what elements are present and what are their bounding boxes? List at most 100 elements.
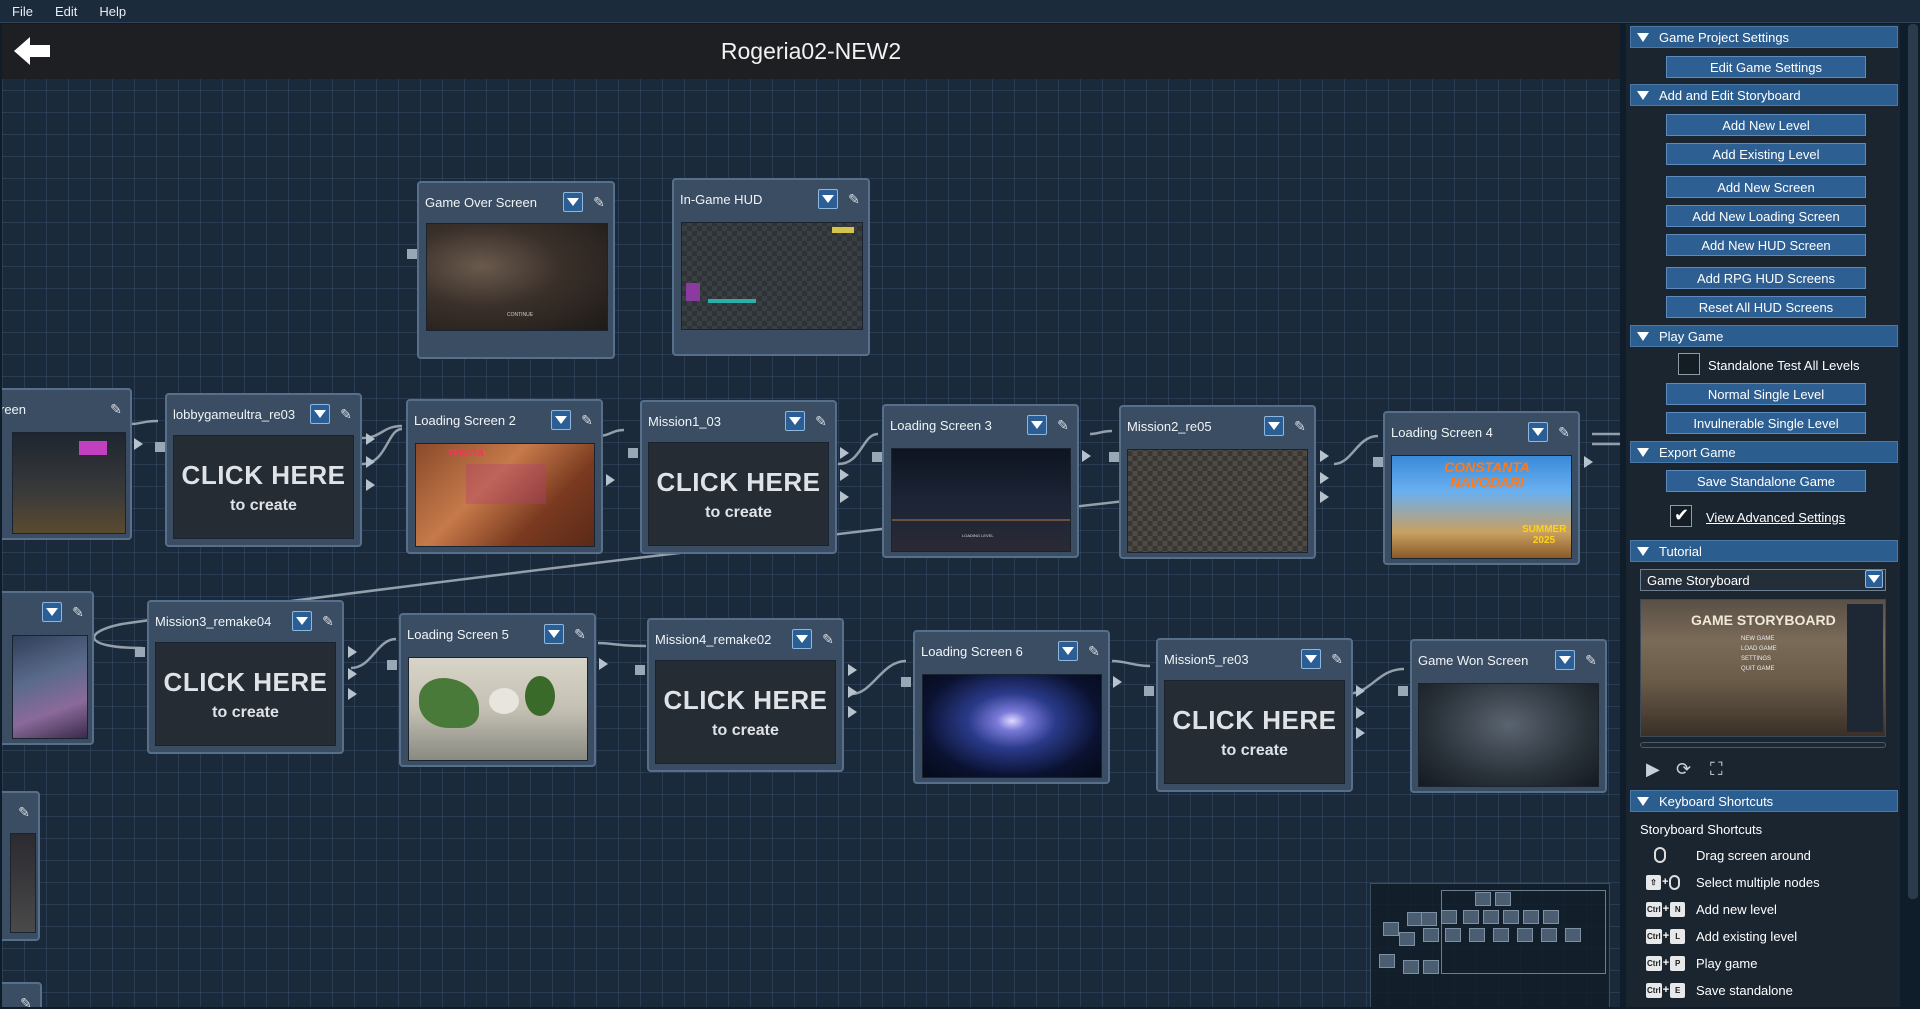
dropdown-arrow-icon[interactable] [785,411,805,431]
pencil-icon[interactable]: ✎ [336,404,356,424]
input-port[interactable] [155,442,165,452]
section-game-project-settings[interactable]: Game Project Settings [1630,26,1898,48]
input-port[interactable] [872,452,882,462]
input-port[interactable] [1373,457,1383,467]
pencil-icon[interactable]: ✎ [68,602,88,622]
pencil-icon[interactable]: ✎ [589,192,609,212]
output-port[interactable] [1356,685,1365,697]
node-mission4[interactable]: Mission4_remake02 ✎ CLICK HERE to create [647,618,844,772]
pencil-icon[interactable]: ✎ [1581,650,1601,670]
output-port[interactable] [599,658,608,670]
dropdown-arrow-icon[interactable] [544,624,564,644]
section-add-edit-storyboard[interactable]: Add and Edit Storyboard [1630,84,1898,106]
click-here-to-create[interactable]: CLICK HERE to create [648,442,829,546]
pencil-icon[interactable]: ✎ [1053,415,1073,435]
pencil-icon[interactable]: ✎ [577,410,597,430]
node-screen-partial-2[interactable]: ✎ [2,591,94,745]
normal-single-level-button[interactable]: Normal Single Level [1666,383,1866,405]
output-port[interactable] [366,479,375,491]
add-existing-level-button[interactable]: Add Existing Level [1666,143,1866,165]
click-here-to-create[interactable]: CLICK HERE to create [1164,680,1345,784]
click-here-to-create[interactable]: CLICK HERE to create [655,660,836,764]
output-port[interactable] [606,474,615,486]
video-progress-track[interactable] [1640,742,1886,748]
node-mission5[interactable]: Mission5_re03 ✎ CLICK HERE to create [1156,638,1353,792]
replay-icon[interactable]: ⟳ [1676,759,1691,780]
dropdown-arrow-icon[interactable] [1301,649,1321,669]
dropdown-arrow-icon[interactable] [1058,641,1078,661]
dropdown-arrow-icon[interactable] [818,189,838,209]
node-mission2[interactable]: Mission2_re05 ✎ [1119,405,1316,559]
save-standalone-game-button[interactable]: Save Standalone Game [1666,470,1866,492]
dropdown-arrow-icon[interactable] [42,602,62,622]
section-export-game[interactable]: Export Game [1630,441,1898,463]
pencil-icon[interactable]: ✎ [14,802,34,822]
tutorial-select[interactable]: Game Storyboard [1640,569,1886,591]
input-port[interactable] [1144,686,1154,696]
input-port[interactable] [628,448,638,458]
output-port[interactable] [348,668,357,680]
output-port[interactable] [840,469,849,481]
view-advanced-settings-label[interactable]: View Advanced Settings [1706,510,1845,525]
node-lobbygameultra[interactable]: lobbygameultra_re03 ✎ CLICK HERE to creat… [165,393,362,547]
output-port[interactable] [1584,456,1593,468]
pencil-icon[interactable]: ✎ [1327,649,1347,669]
menu-file[interactable]: File [8,2,37,21]
node-loading-screen-4[interactable]: Loading Screen 4 ✎ CONSTANTA NAVODARI SUM… [1383,411,1580,565]
input-port[interactable] [407,249,417,259]
add-rpg-hud-screens-button[interactable]: Add RPG HUD Screens [1666,267,1866,289]
node-partial-bottom-2[interactable]: ✎ [2,982,42,1007]
view-advanced-settings-checkbox[interactable] [1670,505,1692,527]
input-port[interactable] [135,647,145,657]
dropdown-arrow-icon[interactable] [551,410,571,430]
output-port[interactable] [840,491,849,503]
pencil-icon[interactable]: ✎ [1084,641,1104,661]
dropdown-arrow-icon[interactable] [1528,422,1548,442]
node-loading-screen-6[interactable]: Loading Screen 6 ✎ [913,630,1110,784]
output-port[interactable] [1320,472,1329,484]
node-mission1[interactable]: Mission1_03 ✎ CLICK HERE to create [640,400,837,554]
output-port[interactable] [848,664,857,676]
node-screen-partial[interactable]: reen ✎ [2,388,132,540]
output-port[interactable] [1356,727,1365,739]
pencil-icon[interactable]: ✎ [818,629,838,649]
input-port[interactable] [901,677,911,687]
input-port[interactable] [1398,686,1408,696]
menu-help[interactable]: Help [95,2,130,21]
section-keyboard-shortcuts[interactable]: Keyboard Shortcuts [1630,790,1898,812]
minimap[interactable] [1370,883,1610,1007]
input-port[interactable] [1109,452,1119,462]
pencil-icon[interactable]: ✎ [1554,422,1574,442]
menu-edit[interactable]: Edit [51,2,81,21]
node-loading-screen-5[interactable]: Loading Screen 5 ✎ [399,613,596,767]
add-new-screen-button[interactable]: Add New Screen [1666,176,1866,198]
output-port[interactable] [134,438,143,450]
dropdown-arrow-icon[interactable] [1865,570,1883,588]
output-port[interactable] [366,456,375,468]
output-port[interactable] [848,686,857,698]
fullscreen-icon[interactable]: ⛶ [1710,759,1723,780]
dropdown-arrow-icon[interactable] [310,404,330,424]
output-port[interactable] [1320,491,1329,503]
node-loading-screen-2[interactable]: Loading Screen 2 ✎ TENUTA [406,399,603,554]
standalone-test-checkbox[interactable] [1678,353,1700,375]
node-partial-bottom[interactable]: ✎ [2,791,40,941]
output-port[interactable] [366,433,375,445]
pencil-icon[interactable]: ✎ [16,993,36,1008]
add-new-hud-screen-button[interactable]: Add New HUD Screen [1666,234,1866,256]
section-play-game[interactable]: Play Game [1630,325,1898,347]
dropdown-arrow-icon[interactable] [292,611,312,631]
dropdown-arrow-icon[interactable] [1555,650,1575,670]
output-port[interactable] [840,447,849,459]
input-port[interactable] [635,665,645,675]
section-tutorial[interactable]: Tutorial [1630,540,1898,562]
dropdown-arrow-icon[interactable] [563,192,583,212]
dropdown-arrow-icon[interactable] [1264,416,1284,436]
panel-scrollbar[interactable] [1908,24,1918,899]
node-loading-screen-3[interactable]: Loading Screen 3 ✎ LOADING LEVEL [882,404,1079,558]
output-port[interactable] [348,688,357,700]
output-port[interactable] [848,706,857,718]
node-game-over-screen[interactable]: Game Over Screen ✎ CONTINUE [417,181,615,359]
node-mission3[interactable]: Mission3_remake04 ✎ CLICK HERE to create [147,600,344,754]
add-new-loading-screen-button[interactable]: Add New Loading Screen [1666,205,1866,227]
